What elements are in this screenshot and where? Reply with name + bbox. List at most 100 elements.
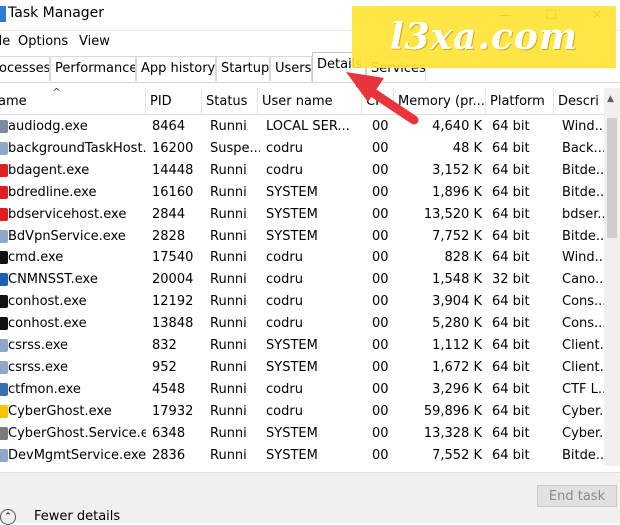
process-cpu: 00 [372, 228, 389, 244]
site-watermark: l3xa.com [352, 6, 616, 68]
process-name: bdservicehost.exe [8, 206, 127, 222]
console-icon [0, 251, 8, 265]
column-header: ame ^ PID Status User name CF Memory (pr… [0, 88, 620, 115]
process-user: codru [266, 381, 303, 397]
process-user: codru [266, 272, 303, 288]
process-status: Runni [210, 338, 247, 353]
process-description: bdser... [562, 206, 604, 222]
process-name: CyberGhost.Service.e [8, 425, 146, 441]
process-user: SYSTEM [266, 359, 318, 375]
process-pid: 16160 [152, 184, 194, 200]
process-name: conhost.exe [8, 316, 87, 332]
process-user: codru [266, 403, 303, 419]
process-description: Cons... [562, 316, 604, 332]
table-row[interactable]: BdVpnService.exe 2828 Runni SYSTEM 00 7,752 K… [0, 226, 604, 248]
process-user: codru [266, 316, 303, 332]
column-name-label: ame [0, 94, 27, 109]
table-row[interactable]: CyberGhost.exe 17932 Runni codru 00 59,896 K 6… [0, 401, 604, 423]
process-platform: 64 bit [492, 228, 530, 244]
menu-view[interactable]: View [79, 34, 110, 49]
scrollbar-thumb[interactable] [607, 118, 617, 238]
table-row[interactable]: ctfmon.exe 4548 Runni codru 00 3,296 K 64 bit C… [0, 379, 604, 401]
table-row[interactable]: csrss.exe 952 Runni SYSTEM 00 1,672 K 64 bit Cl… [0, 357, 604, 379]
process-status: Runni [210, 294, 247, 310]
process-pid: 17932 [152, 403, 194, 419]
table-row[interactable]: audiodg.exe 8464 Runni LOCAL SER... 00 4,640 … [0, 116, 604, 138]
process-memory: 59,896 K [423, 403, 482, 419]
table-row[interactable]: bdredline.exe 16160 Runni SYSTEM 00 1,896 K 64… [0, 182, 604, 204]
process-description: Client... [562, 359, 604, 375]
process-pid: 4548 [152, 381, 186, 397]
process-memory: 828 K [444, 250, 482, 266]
end-task-button[interactable]: End task [537, 485, 617, 507]
process-description: CTF L... [562, 381, 604, 397]
column-cpu[interactable]: CF [362, 88, 394, 114]
table-row[interactable]: cmd.exe 17540 Runni codru 00 828 K 64 bit Wind.… [0, 247, 604, 269]
table-row[interactable]: conhost.exe 13848 Runni codru 00 5,280 K 64 bi… [0, 313, 604, 335]
column-pid[interactable]: PID [146, 88, 202, 114]
tab-app-history[interactable]: App history [136, 56, 216, 81]
bitdefender-icon [0, 185, 8, 199]
process-status: Runni [210, 359, 247, 375]
process-pid: 8464 [152, 119, 186, 134]
process-description: Back... [562, 140, 604, 156]
table-row[interactable]: bdagent.exe 14448 Runni codru 00 3,152 K 64 bi… [0, 160, 604, 182]
process-status: Runni [210, 250, 247, 266]
process-description: Cyber... [562, 425, 604, 441]
process-pid: 20004 [152, 272, 194, 288]
process-name: audiodg.exe [8, 119, 88, 134]
process-pid: 2844 [152, 206, 186, 222]
pen-icon [0, 382, 8, 396]
process-user: SYSTEM [266, 447, 318, 463]
process-platform: 64 bit [492, 359, 530, 375]
process-user: codru [266, 250, 303, 266]
process-description: Cyber... [562, 403, 604, 419]
process-name: ctfmon.exe [8, 381, 81, 397]
process-description: Bitde... [562, 447, 604, 463]
bitdefender-icon [0, 207, 8, 221]
table-row[interactable]: csrss.exe 832 Runni SYSTEM 00 1,112 K 64 bit Cl… [0, 335, 604, 357]
process-description: Bitde... [562, 162, 604, 178]
process-memory: 48 K [452, 140, 482, 156]
column-platform[interactable]: Platform [486, 88, 554, 114]
column-memory[interactable]: Memory (pr... [394, 88, 486, 114]
table-row[interactable]: CNMNSST.exe 20004 Runni codru 00 1,548 K 32 bi… [0, 269, 604, 291]
process-description: Bitde... [562, 228, 604, 244]
tab-startup[interactable]: Startup [216, 56, 270, 81]
process-cpu: 00 [372, 403, 389, 419]
scroll-up-icon[interactable]: ▲ [607, 94, 614, 104]
menu-file[interactable]: ile [0, 34, 10, 49]
column-name[interactable]: ame ^ [0, 88, 146, 114]
menu-options[interactable]: Options [18, 34, 68, 49]
table-row[interactable]: backgroundTaskHost. 16200 Suspe... codru 00 4… [0, 138, 604, 160]
window-icon [0, 339, 8, 352]
cyberghost-icon [0, 404, 8, 418]
task-manager-icon [0, 6, 6, 22]
table-row[interactable]: conhost.exe 12192 Runni codru 00 3,904 K 64 bi… [0, 291, 604, 313]
table-row[interactable]: CyberGhost.Service.e 6348 Runni SYSTEM 00 13,… [0, 423, 604, 445]
process-user: SYSTEM [266, 228, 318, 244]
collapse-icon[interactable]: ⌃ [0, 509, 16, 525]
process-status: Suspe... [210, 140, 260, 156]
tab-users[interactable]: Users [270, 56, 312, 81]
process-name: bdredline.exe [8, 184, 97, 200]
vertical-scrollbar[interactable]: ▲ [604, 88, 620, 466]
table-row[interactable]: bdservicehost.exe 2844 Runni SYSTEM 00 13,520… [0, 204, 604, 226]
process-pid: 2836 [152, 447, 186, 463]
column-description[interactable]: Descri [554, 88, 604, 114]
process-cpu: 00 [372, 338, 389, 353]
process-status: Runni [210, 162, 247, 178]
process-memory: 1,896 K [432, 184, 482, 200]
sort-up-icon: ^ [52, 88, 62, 99]
table-row[interactable]: DevMgmtService.exe 2836 Runni SYSTEM 00 7,552… [0, 445, 604, 467]
tab-processes[interactable]: ocesses [0, 56, 50, 81]
column-status[interactable]: Status [202, 88, 258, 114]
process-status: Runni [210, 403, 247, 419]
process-pid: 14448 [152, 162, 194, 178]
tab-performance[interactable]: Performance [50, 56, 136, 81]
process-name: backgroundTaskHost. [8, 140, 146, 156]
process-cpu: 00 [372, 381, 389, 397]
column-user-name[interactable]: User name [258, 88, 362, 114]
process-cpu: 00 [372, 119, 389, 134]
process-memory: 7,752 K [432, 228, 482, 244]
